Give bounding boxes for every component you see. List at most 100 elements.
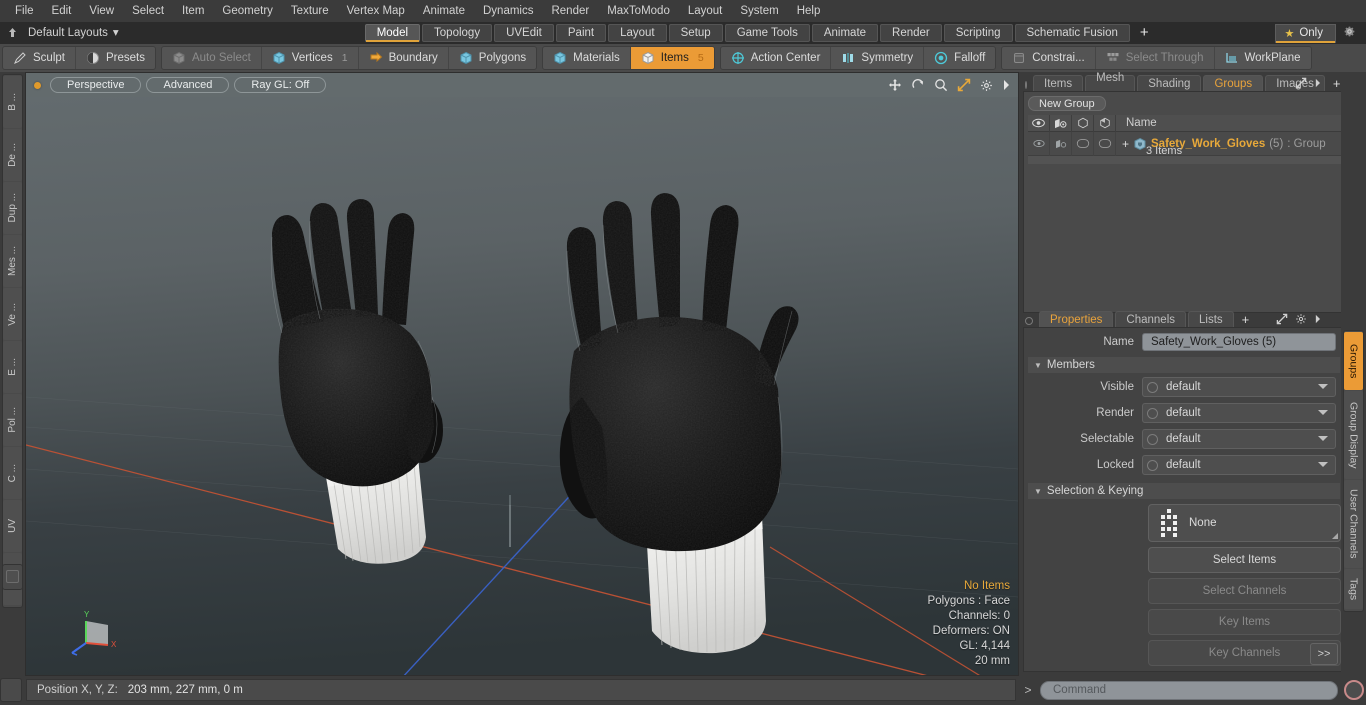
panel-tab-mesh[interactable]: Mesh ... <box>1085 72 1136 96</box>
name-field[interactable]: Safety_Work_Gloves (5) <box>1142 333 1336 351</box>
mode-item-polygons[interactable]: Polygons <box>449 47 536 69</box>
layout-tab-setup[interactable]: Setup <box>668 24 723 42</box>
panel-toggle-icon[interactable] <box>2 564 23 590</box>
render-dropdown[interactable]: default <box>1142 403 1336 423</box>
new-group-button[interactable]: New Group <box>1028 96 1106 111</box>
select-items-button[interactable]: Select Items <box>1148 547 1341 573</box>
panel-tab-properties[interactable]: Properties <box>1039 311 1114 328</box>
chevron-right-icon[interactable] <box>1314 78 1321 91</box>
row-eye-toggle[interactable] <box>1028 131 1050 156</box>
panel-menu-dot[interactable] <box>1025 81 1027 89</box>
properties-panel-menu-dot[interactable] <box>1025 317 1033 325</box>
left-rail-tab-deform[interactable]: De ... <box>3 129 22 181</box>
right-rail-tab-groups[interactable]: Groups <box>1344 332 1363 390</box>
table-row[interactable]: + Safety_Work_Gloves (5) : Group <box>1028 131 1345 156</box>
add-layout-tab-button[interactable]: + <box>1132 24 1157 42</box>
row-render-toggle[interactable] <box>1050 131 1072 156</box>
layout-tab-uvedit[interactable]: UVEdit <box>494 24 554 42</box>
viewport-canvas[interactable]: Y X No Items Polygons : Face Channels: 0… <box>26 97 1018 675</box>
menu-item-texture[interactable]: Texture <box>282 1 338 21</box>
menu-item-item[interactable]: Item <box>173 1 213 21</box>
menu-item-animate[interactable]: Animate <box>414 1 474 21</box>
mode-item-action-center[interactable]: Action Center <box>721 47 832 69</box>
left-rail-tab-mesh[interactable]: Mes ... <box>3 235 22 287</box>
maximize-icon[interactable] <box>957 78 971 92</box>
move-icon[interactable] <box>888 78 902 92</box>
mode-item-select-through[interactable]: Select Through <box>1096 47 1215 69</box>
gear-icon[interactable] <box>1295 313 1307 328</box>
right-rail-tab-group-display[interactable]: Group Display <box>1344 391 1363 479</box>
menu-item-vertex-map[interactable]: Vertex Map <box>338 1 414 21</box>
menu-item-help[interactable]: Help <box>788 1 830 21</box>
selection-preset-dropdown[interactable]: None <box>1148 504 1341 542</box>
panel-tab-lists[interactable]: Lists <box>1188 311 1234 328</box>
panel-tab-shading[interactable]: Shading <box>1137 75 1202 92</box>
only-toggle[interactable]: ★ Only <box>1275 23 1336 43</box>
layout-tab-schematic-fusion[interactable]: Schematic Fusion <box>1014 24 1130 42</box>
mode-item-sculpt[interactable]: Sculpt <box>3 47 76 69</box>
viewport-view-selector[interactable]: Perspective <box>50 77 142 93</box>
render-icon[interactable] <box>1050 114 1072 132</box>
row-shade-toggle[interactable] <box>1094 131 1116 156</box>
visible-dropdown[interactable]: default <box>1142 377 1336 397</box>
panel-tab-items[interactable]: Items <box>1033 75 1084 92</box>
shade-icon[interactable] <box>1094 114 1116 132</box>
viewport-raygl-selector[interactable]: Ray GL: Off <box>234 77 327 93</box>
zoom-icon[interactable] <box>934 78 948 92</box>
command-input[interactable]: Command <box>1040 680 1338 700</box>
mode-item-symmetry[interactable]: Symmetry <box>831 47 925 69</box>
layout-tab-scripting[interactable]: Scripting <box>943 24 1013 42</box>
left-rail-tab-basic[interactable]: B ... <box>3 76 22 128</box>
fast-forward-button[interactable]: >> <box>1310 643 1338 665</box>
layout-tab-topology[interactable]: Topology <box>422 24 493 42</box>
menu-item-geometry[interactable]: Geometry <box>213 1 282 21</box>
mode-item-items[interactable]: Items 5 <box>630 47 714 69</box>
mode-item-materials[interactable]: Materials <box>543 47 631 69</box>
left-rail-tab-duplicate[interactable]: Dup ... <box>3 182 22 234</box>
layouts-dropdown[interactable]: Default Layouts ▾ <box>24 22 129 44</box>
layout-tab-layout[interactable]: Layout <box>608 24 667 42</box>
menu-item-layout[interactable]: Layout <box>679 1 732 21</box>
record-icon[interactable] <box>1344 680 1364 700</box>
right-rail-tab-user-channels[interactable]: User Channels <box>1344 480 1363 568</box>
menu-item-edit[interactable]: Edit <box>43 1 81 21</box>
menu-item-maxtomodo[interactable]: MaxToModo <box>598 1 679 21</box>
left-rail-tab-edge[interactable]: E ... <box>3 341 22 393</box>
mode-item-auto-select[interactable]: Auto Select <box>162 47 262 69</box>
maximize-icon[interactable] <box>1276 313 1288 328</box>
mode-item-constraint[interactable]: Constrai... <box>1002 47 1096 69</box>
wire-shade-icon[interactable] <box>1072 114 1094 132</box>
chevron-right-icon[interactable] <box>1002 79 1010 91</box>
eye-icon[interactable] <box>1028 114 1050 132</box>
members-section-header[interactable]: ▼ Members <box>1028 357 1340 373</box>
left-rail-tab-uv[interactable]: UV <box>3 500 22 552</box>
left-rail-tab-polygon[interactable]: Pol ... <box>3 394 22 446</box>
viewport-shading-selector[interactable]: Advanced <box>146 77 230 93</box>
add-properties-tab-button[interactable]: + <box>1236 311 1256 328</box>
status-bar-corner-button[interactable] <box>0 678 22 702</box>
left-rail-tab-vertex[interactable]: Ve ... <box>3 288 22 340</box>
selection-keying-section-header[interactable]: ▼ Selection & Keying <box>1028 483 1340 499</box>
right-rail-tab-tags[interactable]: Tags <box>1344 569 1363 609</box>
locked-dropdown[interactable]: default <box>1142 455 1336 475</box>
viewport-state-dot[interactable] <box>34 81 41 89</box>
mode-item-vertices[interactable]: Vertices 1 <box>262 47 359 69</box>
layout-tab-paint[interactable]: Paint <box>555 24 607 42</box>
panel-tab-channels[interactable]: Channels <box>1115 311 1187 328</box>
gear-icon[interactable] <box>1336 25 1362 41</box>
rotate-icon[interactable] <box>911 78 925 92</box>
menu-item-select[interactable]: Select <box>123 1 173 21</box>
panel-tab-groups[interactable]: Groups <box>1203 75 1264 92</box>
chevron-right-icon[interactable] <box>1314 314 1321 327</box>
menu-item-system[interactable]: System <box>731 1 787 21</box>
layout-tab-model[interactable]: Model <box>364 24 421 42</box>
menu-item-file[interactable]: File <box>6 1 43 21</box>
menu-item-dynamics[interactable]: Dynamics <box>474 1 542 21</box>
row-wire-toggle[interactable] <box>1072 131 1094 156</box>
layout-tab-render[interactable]: Render <box>880 24 942 42</box>
selectable-dropdown[interactable]: default <box>1142 429 1336 449</box>
menu-item-render[interactable]: Render <box>542 1 598 21</box>
menu-item-view[interactable]: View <box>80 1 123 21</box>
mode-item-boundary[interactable]: Boundary <box>359 47 449 69</box>
mode-item-falloff[interactable]: Falloff <box>924 47 995 69</box>
